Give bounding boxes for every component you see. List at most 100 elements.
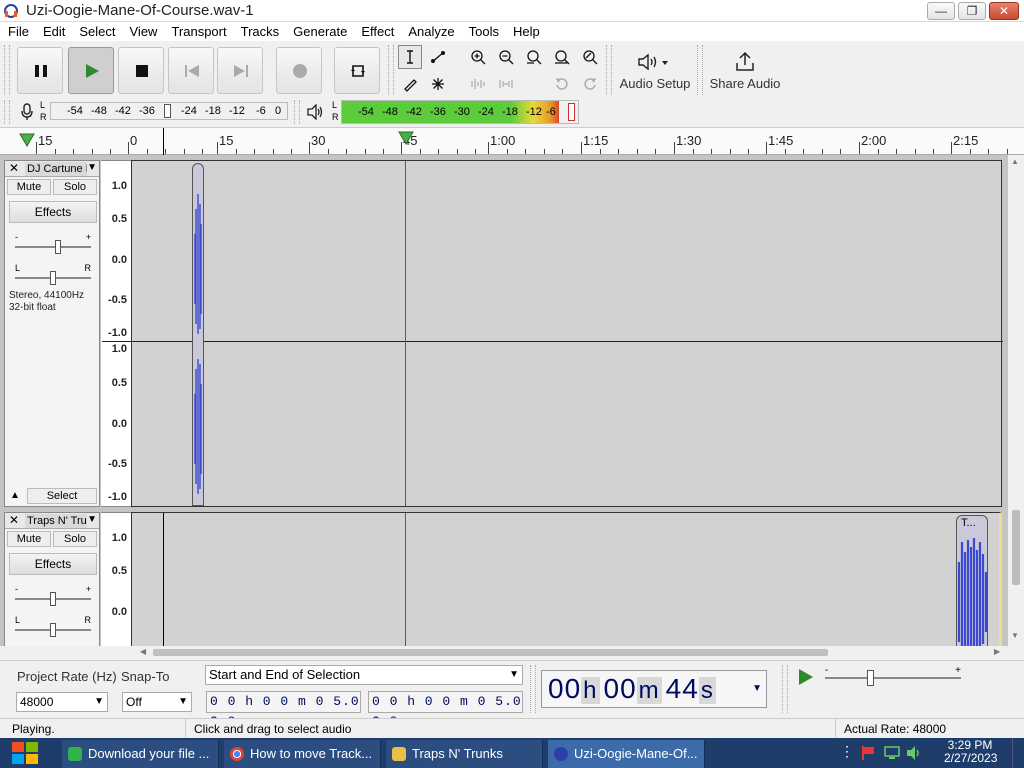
network-icon[interactable]: [884, 745, 900, 761]
zoom-toggle-button[interactable]: [578, 45, 602, 69]
menu-tracks[interactable]: Tracks: [233, 22, 286, 41]
taskbar-item-chrome[interactable]: How to move Track...: [224, 740, 381, 768]
vertical-scrollbar[interactable]: ▲ ▼: [1008, 155, 1024, 646]
clip-title[interactable]: T...: [961, 517, 976, 529]
waveform-area[interactable]: [102, 160, 1003, 507]
close-track-icon[interactable]: ✕: [7, 513, 21, 528]
timeline-ruler[interactable]: 15 0 15 30 45 1:00 1:15 1:30 1:45 2:00 2:15: [0, 127, 1024, 155]
solo-button[interactable]: Solo: [53, 179, 97, 195]
gain-slider[interactable]: - +: [15, 232, 91, 254]
flag-icon[interactable]: [860, 745, 876, 761]
horizontal-scrollbar[interactable]: ◀ ▶: [0, 646, 1008, 658]
restore-button[interactable]: ❐: [958, 2, 986, 20]
menu-effect[interactable]: Effect: [353, 22, 400, 41]
pan-thumb[interactable]: [50, 271, 56, 285]
share-grip[interactable]: [697, 45, 703, 95]
overflow-menu-icon[interactable]: ⋮: [840, 743, 854, 760]
stop-button[interactable]: [118, 47, 164, 94]
chevron-down-icon[interactable]: ▼: [87, 162, 97, 173]
scroll-left-icon[interactable]: ◀: [140, 647, 146, 656]
gain-thumb[interactable]: [55, 240, 61, 254]
mute-button[interactable]: Mute: [7, 531, 51, 547]
pan-thumb[interactable]: [50, 623, 56, 637]
skip-to-start-button[interactable]: [168, 47, 214, 94]
menu-select[interactable]: Select: [71, 22, 121, 41]
taskbar-item-download[interactable]: Download your file ...: [62, 740, 219, 768]
scroll-down-icon[interactable]: ▼: [1011, 631, 1019, 640]
fit-project-button[interactable]: [550, 45, 574, 69]
track-name-menu[interactable]: Traps N' Tru: [25, 514, 87, 528]
project-rate-select[interactable]: 48000 ▼: [16, 692, 108, 712]
minimize-button[interactable]: —: [927, 2, 955, 20]
select-track-button[interactable]: Select: [27, 488, 97, 504]
gain-slider[interactable]: - +: [15, 584, 91, 606]
rec-level-slider[interactable]: [164, 104, 171, 118]
multi-tool[interactable]: [426, 72, 450, 96]
selection-end-time[interactable]: 0 0 h 0 0 m 0 5.0 2 9 s: [368, 691, 523, 729]
vertical-scale[interactable]: 1.0 0.5 0.0: [101, 512, 131, 646]
menu-edit[interactable]: Edit: [35, 22, 71, 41]
time-toolbar-grip[interactable]: [530, 665, 536, 713]
menu-view[interactable]: View: [122, 22, 164, 41]
windows-start-icon[interactable]: [6, 738, 46, 768]
close-track-icon[interactable]: ✕: [7, 161, 21, 176]
rec-meter-grip[interactable]: [4, 100, 10, 124]
audio-clip[interactable]: T...: [956, 515, 988, 646]
playhead-marker-icon[interactable]: [398, 131, 414, 145]
playback-meter[interactable]: -54 -48 -42 -36 -30 -24 -18 -12 -6: [341, 100, 579, 124]
playback-speed-slider[interactable]: - +: [825, 665, 965, 689]
track-name-menu[interactable]: DJ Cartune N: [25, 162, 87, 176]
scrollbar-thumb[interactable]: [153, 649, 828, 656]
play-at-speed-icon[interactable]: [797, 668, 815, 686]
pan-slider[interactable]: L R: [15, 615, 91, 637]
effects-button[interactable]: Effects: [9, 553, 97, 575]
snap-to-select[interactable]: Off ▼: [122, 692, 192, 712]
show-desktop-button[interactable]: [1012, 738, 1024, 768]
chevron-down-icon[interactable]: ▼: [87, 514, 97, 525]
collapse-track-button[interactable]: ▲: [7, 488, 23, 504]
speaker-icon[interactable]: [307, 104, 325, 120]
taskbar-clock[interactable]: 3:29 PM 2/27/2023: [944, 739, 997, 765]
microphone-icon[interactable]: [20, 103, 34, 121]
close-button[interactable]: ✕: [989, 2, 1019, 20]
menu-generate[interactable]: Generate: [285, 22, 353, 41]
chevron-down-icon[interactable]: ▼: [752, 671, 763, 707]
zoom-in-button[interactable]: [466, 45, 490, 69]
pause-button[interactable]: [17, 47, 63, 94]
play-level-slider[interactable]: [568, 103, 575, 121]
skip-to-end-button[interactable]: [217, 47, 263, 94]
envelope-tool[interactable]: [426, 45, 450, 69]
share-audio-button[interactable]: Share Audio: [708, 45, 782, 97]
speed-thumb[interactable]: [867, 670, 874, 686]
solo-button[interactable]: Solo: [53, 531, 97, 547]
pan-slider[interactable]: L R: [15, 263, 91, 285]
volume-icon[interactable]: [906, 745, 922, 761]
trim-outside-button[interactable]: [466, 72, 490, 96]
redo-button[interactable]: [578, 72, 602, 96]
mute-button[interactable]: Mute: [7, 179, 51, 195]
menu-analyze[interactable]: Analyze: [400, 22, 460, 41]
scrollbar-thumb[interactable]: [1012, 510, 1020, 585]
play-button[interactable]: [68, 47, 114, 94]
recording-meter[interactable]: -54 -48 -42 -36 -24 -18 -12 -6 0: [50, 102, 288, 120]
tools-grip[interactable]: [388, 45, 394, 95]
toolbar-grip[interactable]: [4, 45, 10, 95]
track-panel[interactable]: ✕ DJ Cartune N ▼ Mute Solo Effects - + L…: [0, 155, 1008, 646]
play-meter-grip[interactable]: [294, 100, 300, 124]
menu-file[interactable]: File: [0, 22, 35, 41]
menu-tools[interactable]: Tools: [461, 22, 505, 41]
play-at-speed-grip[interactable]: [782, 665, 788, 713]
menu-transport[interactable]: Transport: [163, 22, 232, 41]
fit-selection-button[interactable]: [522, 45, 546, 69]
scroll-up-icon[interactable]: ▲: [1011, 157, 1019, 166]
pin-play-head-icon[interactable]: [19, 133, 35, 147]
draw-tool[interactable]: [398, 72, 422, 96]
zoom-out-button[interactable]: [494, 45, 518, 69]
menu-help[interactable]: Help: [505, 22, 546, 41]
effects-button[interactable]: Effects: [9, 201, 97, 223]
audio-setup-button[interactable]: Audio Setup: [618, 45, 692, 97]
selection-tool[interactable]: [398, 45, 422, 69]
taskbar-item-folder[interactable]: Traps N' Trunks: [386, 740, 543, 768]
scroll-right-icon[interactable]: ▶: [994, 647, 1000, 656]
record-button[interactable]: [276, 47, 322, 94]
